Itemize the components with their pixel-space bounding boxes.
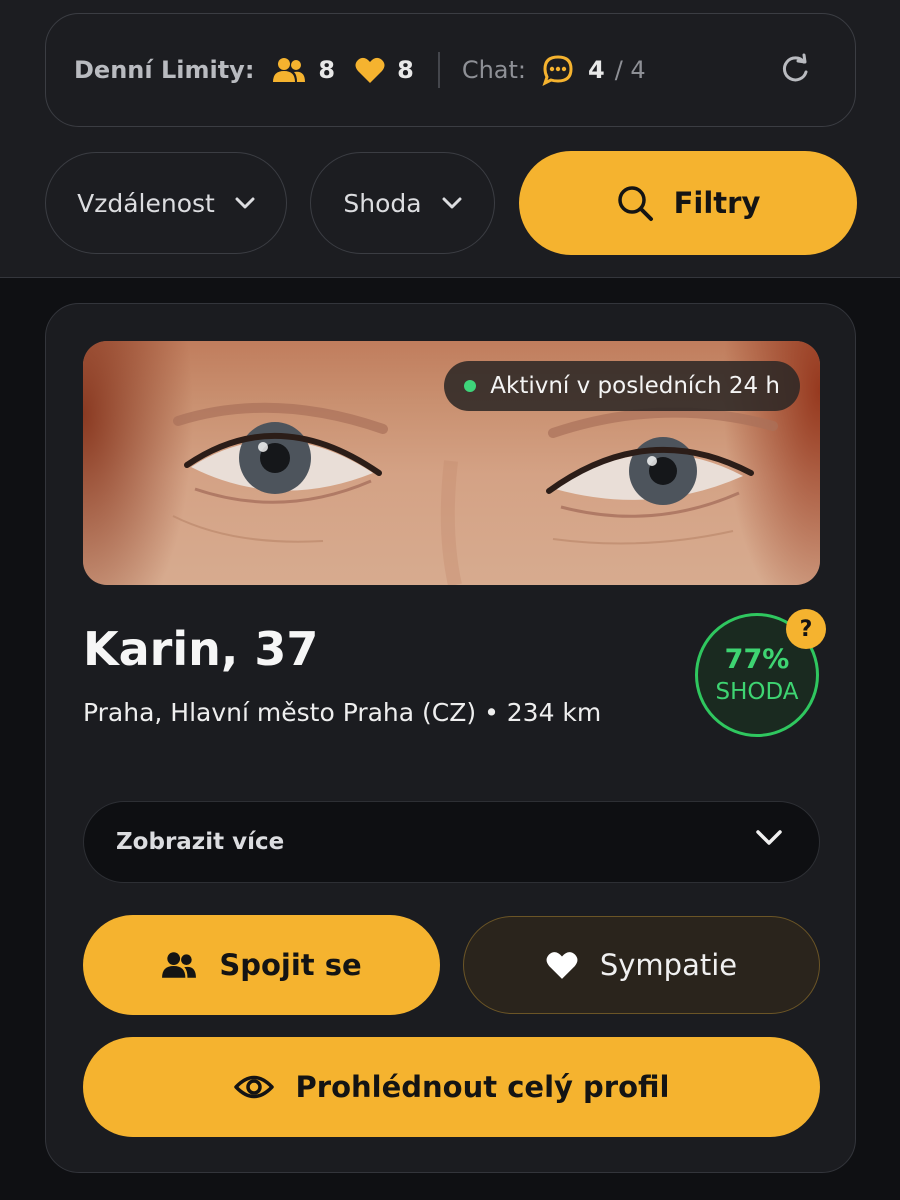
divider bbox=[437, 52, 440, 88]
filters-button[interactable]: Filtry bbox=[519, 151, 857, 255]
match-label: SHODA bbox=[715, 679, 799, 705]
users-icon bbox=[273, 58, 306, 82]
match-percent: 77% bbox=[724, 644, 790, 675]
chevron-down-icon bbox=[235, 197, 255, 209]
eye-icon bbox=[233, 1075, 274, 1099]
match-dropdown[interactable]: Shoda bbox=[310, 152, 495, 254]
filters-button-label: Filtry bbox=[673, 186, 761, 220]
online-dot-icon bbox=[464, 380, 477, 392]
sympathy-button[interactable]: Sympatie bbox=[463, 916, 820, 1014]
connections-count: 8 bbox=[318, 56, 336, 84]
profile-location: Praha, Hlavní město Praha (CZ) • 234 km bbox=[83, 698, 602, 727]
connect-button-label: Spojit se bbox=[219, 948, 362, 982]
daily-limits-bar: Denní Limity: 8 8 Chat: 4 / 4 bbox=[45, 13, 856, 127]
chat-used-count: 4 bbox=[588, 56, 605, 84]
sympathy-button-label: Sympatie bbox=[599, 948, 738, 982]
view-full-profile-label: Prohlédnout celý profil bbox=[295, 1070, 670, 1104]
distance-dropdown-label: Vzdálenost bbox=[77, 188, 215, 218]
chevron-down-icon bbox=[442, 197, 462, 209]
chat-total: / 4 bbox=[614, 56, 646, 84]
show-more-dropdown[interactable]: Zobrazit více bbox=[83, 801, 820, 883]
profile-card: Aktivní v posledních 24 h Karin, 37 Prah… bbox=[45, 303, 856, 1173]
daily-limits-label: Denní Limity: bbox=[74, 56, 255, 84]
heart-icon bbox=[546, 952, 578, 979]
likes-count: 8 bbox=[397, 56, 414, 84]
connections-limit: 8 8 bbox=[272, 56, 433, 84]
distance-dropdown[interactable]: Vzdálenost bbox=[45, 152, 287, 254]
profile-name-age: Karin, 37 bbox=[83, 622, 319, 676]
active-status-text: Aktivní v posledních 24 h bbox=[490, 373, 780, 399]
top-area: Denní Limity: 8 8 Chat: 4 / 4 Vzdálenost… bbox=[0, 0, 900, 278]
users-icon bbox=[162, 952, 197, 978]
chevron-down-icon bbox=[756, 830, 782, 845]
chat-label: Chat: bbox=[461, 56, 526, 84]
refresh-icon[interactable] bbox=[777, 52, 813, 88]
show-more-label: Zobrazit více bbox=[116, 829, 285, 855]
heart-icon bbox=[355, 57, 385, 83]
connect-button[interactable]: Spojit se bbox=[83, 915, 440, 1015]
match-dropdown-label: Shoda bbox=[343, 188, 422, 218]
active-status-badge: Aktivní v posledních 24 h bbox=[444, 361, 800, 411]
profile-photo[interactable]: Aktivní v posledních 24 h bbox=[83, 341, 820, 585]
search-icon bbox=[617, 186, 653, 221]
match-help-button[interactable]: ? bbox=[786, 609, 826, 649]
chat-icon bbox=[542, 55, 573, 86]
view-full-profile-button[interactable]: Prohlédnout celý profil bbox=[83, 1037, 820, 1137]
